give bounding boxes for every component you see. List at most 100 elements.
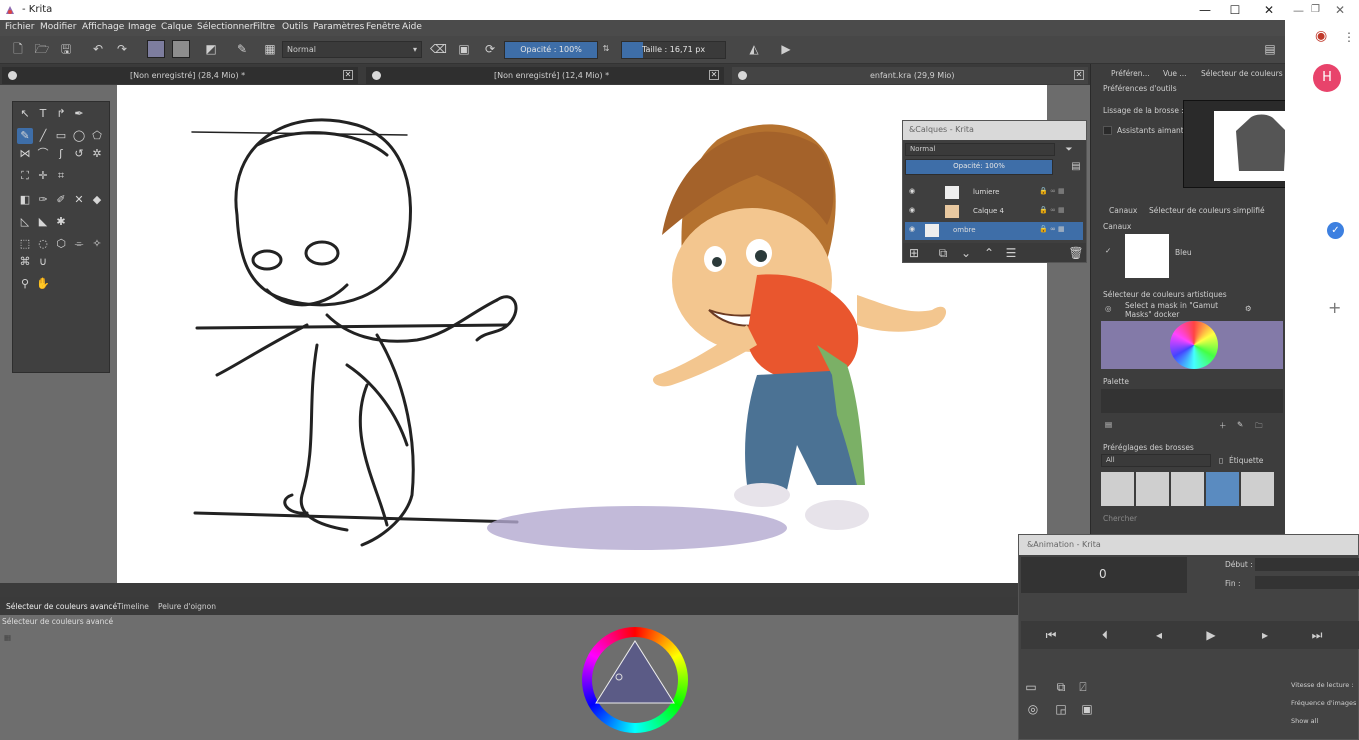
docker-tab-channels[interactable]: Canaux — [1109, 206, 1137, 215]
rect-selection-tool-icon[interactable]: ⬚ — [17, 236, 33, 252]
menu-image[interactable]: Image — [128, 22, 156, 32]
bezier-selection-tool-icon[interactable]: ⌘ — [17, 254, 33, 270]
document-tab-2[interactable]: [Non enregistré] (12,4 Mio) * ✕ — [366, 67, 724, 84]
background-color-swatch[interactable] — [172, 40, 190, 58]
freehand-brush-tool-icon[interactable]: ✎ — [17, 128, 33, 144]
browser-menu-icon[interactable]: ⋮ — [1343, 30, 1355, 44]
line-tool-icon[interactable]: ╱ — [35, 128, 51, 144]
menu-calque[interactable]: Calque — [161, 22, 192, 32]
smart-patch-tool-icon[interactable]: ✕ — [71, 192, 87, 208]
delete-layer-icon[interactable]: 🗑 — [1068, 245, 1084, 261]
layer-flags-icon[interactable]: 🔒 ∞ ▦ — [1039, 225, 1065, 233]
first-frame-icon[interactable]: ⏮ — [1043, 627, 1059, 643]
gradient-tool-icon[interactable]: ◧ — [17, 192, 33, 208]
docker-tab-color-selector[interactable]: Sélecteur de couleurs ... — [1201, 69, 1292, 78]
docker-tab-preferences[interactable]: Préféren... — [1111, 69, 1150, 78]
open-folder-icon[interactable]: 🗁 — [34, 41, 50, 57]
artistic-color-wheel[interactable] — [1170, 321, 1218, 369]
alpha-lock-icon[interactable]: ▣ — [456, 41, 472, 57]
move-up-icon[interactable]: ⌃ — [981, 245, 997, 261]
docker-tab-view[interactable]: Vue ... — [1163, 69, 1187, 78]
menu-filtre[interactable]: Filtre — [253, 22, 275, 32]
minimize-button[interactable]: — — [1188, 0, 1222, 20]
mirror-vertical-icon[interactable]: ▶ — [778, 41, 794, 57]
polygon-tool-icon[interactable]: ⬠ — [89, 128, 105, 144]
measure-tool-icon[interactable]: ◣ — [35, 214, 51, 230]
browser-restore-icon[interactable]: ❐ — [1311, 4, 1320, 15]
opacity-slider[interactable]: Opacité : 100% — [504, 41, 598, 59]
start-frame-input[interactable] — [1255, 558, 1359, 571]
tag-label[interactable]: Étiquette — [1229, 456, 1263, 465]
settings-icon[interactable]: ▦ — [4, 633, 11, 642]
opacity-spinner-icon[interactable]: ⇅ — [598, 41, 614, 57]
show-all-label[interactable]: Show all — [1291, 717, 1318, 725]
extension-icon[interactable]: ◉ — [1315, 28, 1327, 44]
artistic-color-wheel-area[interactable] — [1101, 321, 1283, 369]
add-panel-icon[interactable]: + — [1328, 298, 1341, 317]
reference-images-tool-icon[interactable]: ✱ — [53, 214, 69, 230]
previous-keyframe-icon[interactable]: ⏴ — [1097, 627, 1113, 643]
crop-tool-icon[interactable]: ⌗ — [53, 168, 69, 184]
layer-properties-icon[interactable]: ▤ — [1068, 159, 1084, 175]
maximize-button[interactable]: ☐ — [1218, 0, 1252, 20]
palette-swatches[interactable] — [1101, 389, 1283, 413]
menu-selectionner[interactable]: Sélectionner — [197, 22, 253, 32]
profile-avatar[interactable]: H — [1313, 64, 1341, 92]
tag-icon[interactable]: ▯ — [1219, 456, 1223, 465]
layer-blend-select[interactable]: Normal — [905, 143, 1055, 156]
mirror-horizontal-icon[interactable]: ◭ — [746, 41, 762, 57]
color-swap-icon[interactable]: ◩ — [203, 41, 219, 57]
polyline-tool-icon[interactable]: ⋈ — [17, 146, 33, 162]
palette-library-icon[interactable]: ▤ — [1105, 420, 1112, 429]
magnetic-selection-tool-icon[interactable]: ∪ — [35, 254, 51, 270]
next-frame-icon[interactable]: ▸ — [1257, 627, 1273, 643]
transform-tool-icon[interactable]: ⛶ — [17, 168, 33, 184]
assistants-checkbox[interactable] — [1103, 126, 1112, 135]
layer-menu-icon[interactable]: ☰ — [1003, 245, 1019, 261]
visibility-eye-icon[interactable]: ◉ — [909, 187, 915, 195]
foreground-color-swatch[interactable] — [147, 40, 165, 58]
new-document-icon[interactable]: 🗋 — [10, 41, 26, 57]
brush-preset-item-selected[interactable] — [1206, 472, 1239, 506]
drop-frames-icon[interactable]: ◲ — [1053, 701, 1069, 717]
polygon-selection-tool-icon[interactable]: ⬡ — [53, 236, 69, 252]
move-tool-icon[interactable]: ✛ — [35, 168, 51, 184]
palette-add-icon[interactable]: ＋ — [1219, 420, 1227, 431]
blend-mode-select[interactable]: Normal ▾ — [282, 41, 422, 58]
layer-row-lumiere[interactable]: ◉ lumiere 🔒 ∞ ▦ — [905, 184, 1083, 202]
rectangle-tool-icon[interactable]: ▭ — [53, 128, 69, 144]
duplicate-keyframe-icon[interactable]: ⧉ — [1053, 679, 1069, 695]
gamut-mask-icon[interactable]: ◎ — [1105, 304, 1112, 313]
brush-preset-item[interactable] — [1101, 472, 1134, 506]
palette-edit-icon[interactable]: ✎ — [1237, 420, 1243, 429]
filter-icon[interactable]: ⏷ — [1061, 142, 1077, 158]
brush-preset-item[interactable] — [1241, 472, 1274, 506]
onion-skin-icon[interactable]: ◎ — [1025, 701, 1041, 717]
ellipse-selection-tool-icon[interactable]: ◌ — [35, 236, 51, 252]
menu-fenetre[interactable]: Fenêtre — [366, 22, 400, 32]
last-frame-icon[interactable]: ⏭ — [1309, 627, 1325, 643]
freehand-selection-tool-icon[interactable]: ⌯ — [71, 236, 87, 252]
eraser-icon[interactable]: ⌫ — [430, 41, 447, 57]
calligraphy-tool-icon[interactable]: ✒ — [71, 106, 87, 122]
visibility-eye-icon[interactable]: ◉ — [909, 206, 915, 214]
move-down-icon[interactable]: ⌄ — [958, 245, 974, 261]
menu-fichier[interactable]: Fichier — [5, 22, 34, 32]
color-wheel-ring[interactable] — [582, 627, 688, 733]
layer-opacity-slider[interactable]: Opacité: 100% — [905, 159, 1053, 175]
end-frame-input[interactable] — [1255, 576, 1359, 589]
save-icon[interactable]: 🖫 — [58, 41, 74, 57]
menu-parametres[interactable]: Paramètres — [313, 22, 364, 32]
browser-close-icon[interactable]: ✕ — [1335, 3, 1345, 17]
verified-check-icon[interactable]: ✓ — [1327, 222, 1344, 239]
document-tab-3[interactable]: enfant.kra (29,9 Mio) ✕ — [732, 67, 1088, 84]
tab-advanced-color-selector[interactable]: Sélecteur de couleurs avancé — [6, 602, 117, 611]
workspace-icon[interactable]: ▤ — [1262, 41, 1278, 57]
layer-flags-icon[interactable]: 🔒 ∞ ▦ — [1039, 187, 1065, 195]
docker-tab-simple-color[interactable]: Sélecteur de couleurs simplifié — [1149, 206, 1265, 215]
close-button[interactable]: ✕ — [1252, 0, 1286, 20]
grid-presets-icon[interactable]: ▦ — [262, 41, 278, 57]
reload-preset-icon[interactable]: ⟳ — [482, 41, 498, 57]
layer-row-ombre[interactable]: ◉ ombre 🔒 ∞ ▦ — [905, 222, 1083, 240]
text-tool-icon[interactable]: T — [35, 106, 51, 122]
